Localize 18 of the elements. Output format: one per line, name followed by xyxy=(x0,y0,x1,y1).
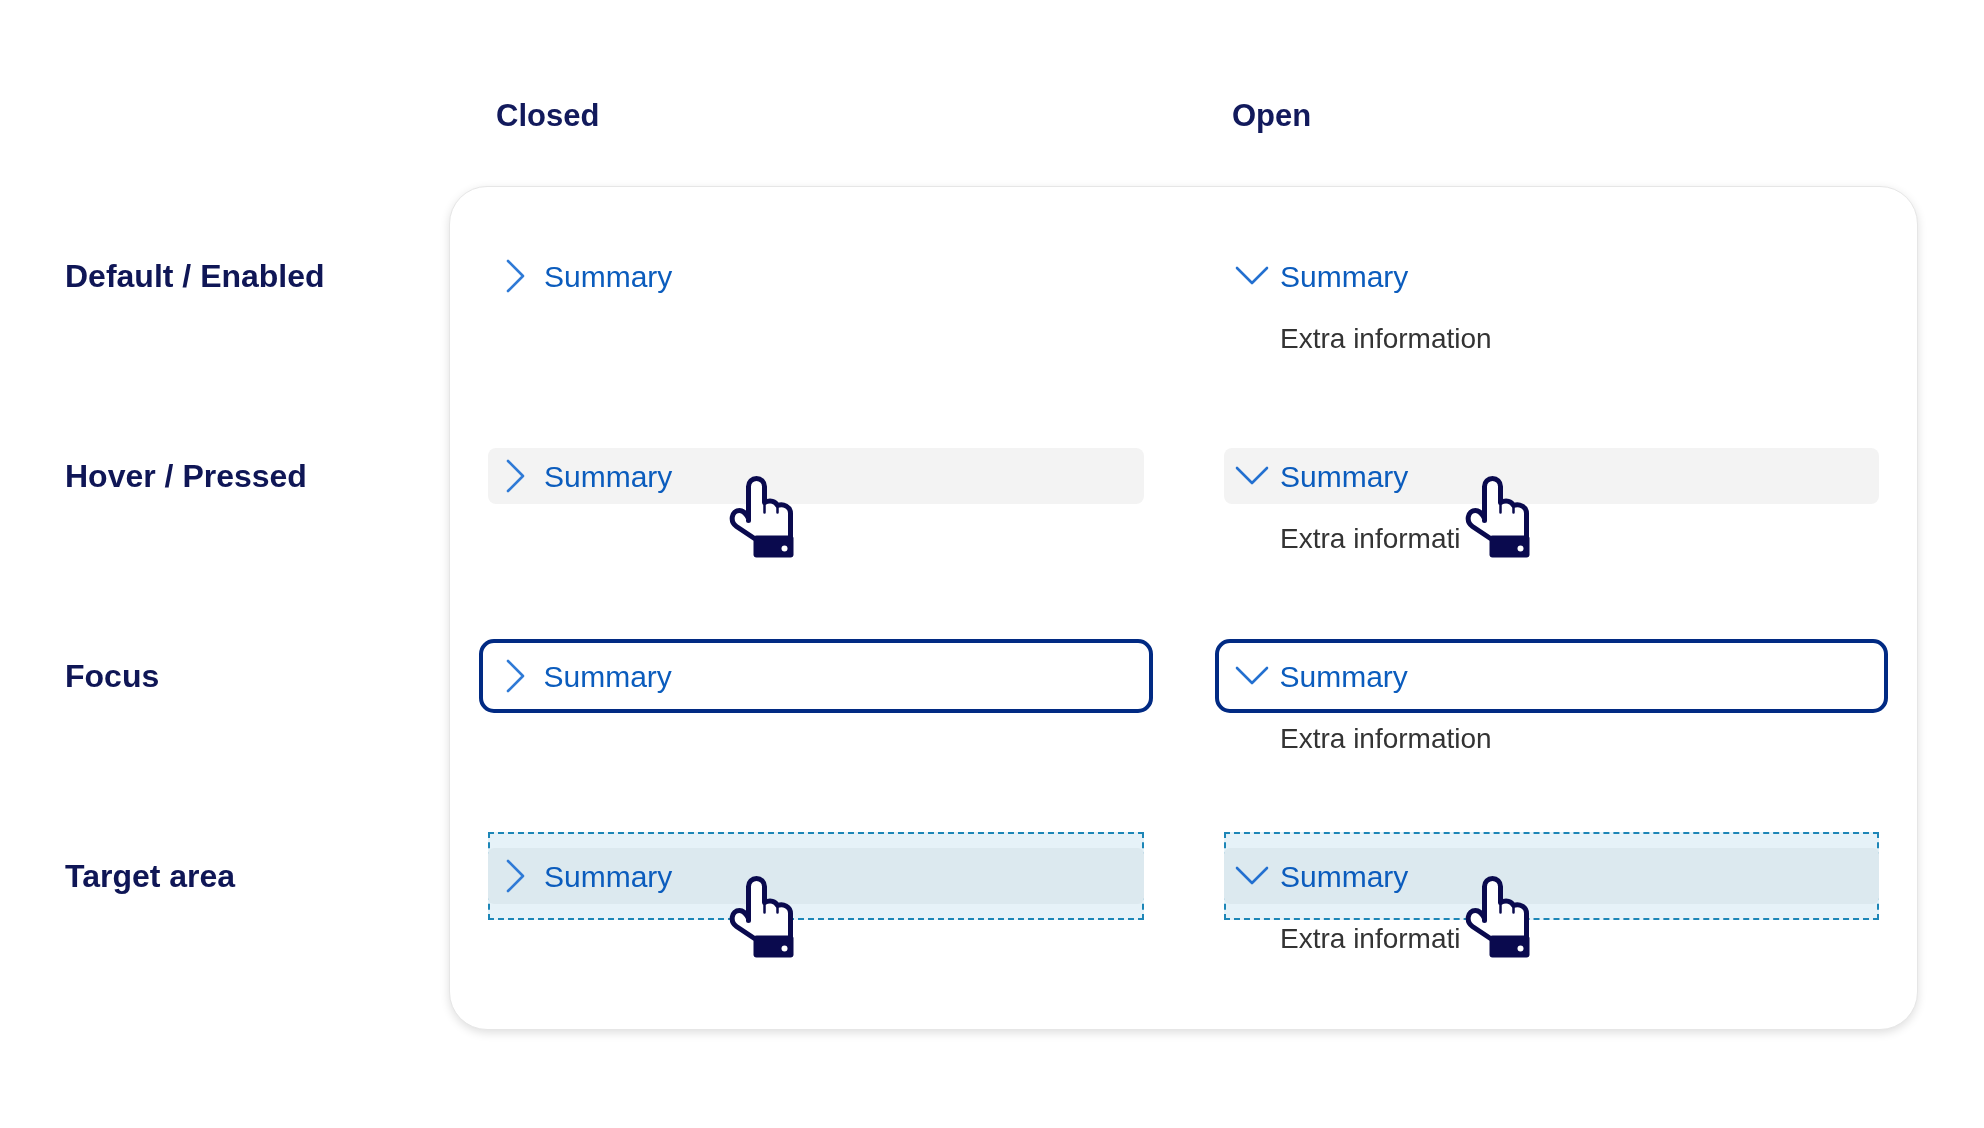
accordion-summary[interactable]: Summary xyxy=(1215,639,1888,713)
accordion-summary[interactable]: Summary xyxy=(1224,448,1879,504)
accordion-summary[interactable]: Summary xyxy=(1224,848,1879,904)
accordion-summary[interactable]: Summary xyxy=(488,448,1144,504)
column-heading: Open xyxy=(1232,98,1312,133)
accordion-details-text: Extra informati xyxy=(1279,922,1461,956)
accordion-details-text: Extra information xyxy=(1279,322,1492,356)
accordion-summary[interactable]: Summary xyxy=(479,639,1153,713)
accordion-details-text: Extra information xyxy=(1279,722,1492,756)
accordion-summary[interactable]: Summary xyxy=(488,248,1144,304)
row-label: Focus xyxy=(65,657,160,696)
accordion-summary[interactable]: Summary xyxy=(1224,248,1879,304)
column-heading: Closed xyxy=(496,98,600,133)
row-label: Target area xyxy=(65,857,236,896)
row-label: Hover / Pressed xyxy=(65,457,307,496)
accordion-summary[interactable]: Summary xyxy=(488,848,1144,904)
row-label: Default / Enabled xyxy=(65,257,325,296)
accordion-details-text: Extra informati xyxy=(1279,522,1461,556)
